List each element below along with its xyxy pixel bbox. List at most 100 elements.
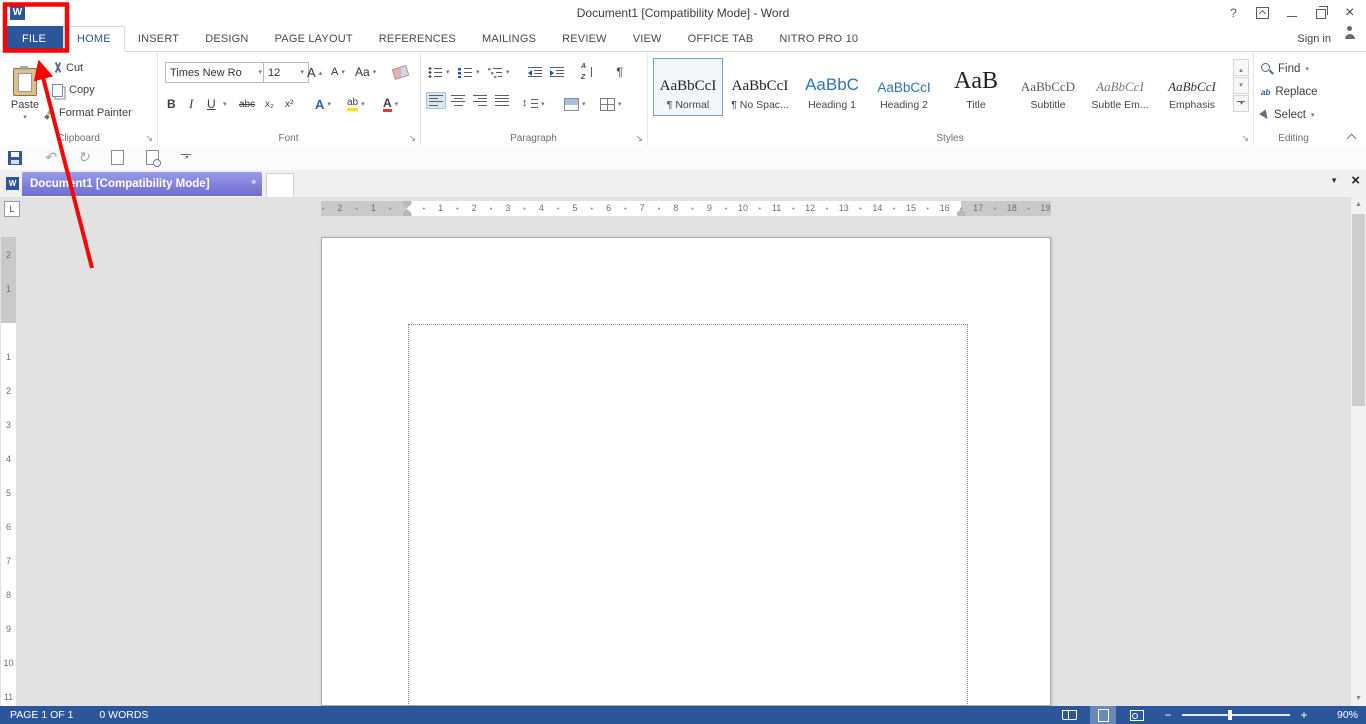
increase-indent-button[interactable] [550, 62, 564, 82]
shading-button[interactable] [564, 94, 586, 114]
sign-in-link[interactable]: Sign in [1287, 26, 1341, 51]
text-effects-button[interactable]: A [315, 94, 331, 114]
scroll-down-icon[interactable] [1351, 691, 1366, 706]
document-page[interactable] [321, 237, 1051, 706]
numbering-button[interactable] [458, 62, 480, 82]
format-painter-button[interactable]: Format Painter [44, 103, 132, 123]
zoom-level[interactable]: 90% [1320, 709, 1358, 721]
scrollbar-thumb[interactable] [1352, 214, 1365, 406]
minimize-icon[interactable] [1277, 0, 1306, 26]
decrease-indent-button[interactable] [528, 62, 542, 82]
collapse-ribbon-icon[interactable] [1347, 132, 1356, 141]
style-subtle-emphasis[interactable]: AaBbCcI Subtle Em... [1085, 58, 1155, 116]
font-color-button[interactable]: A [383, 94, 398, 114]
tab-file[interactable]: FILE [5, 26, 64, 51]
style-normal[interactable]: AaBbCcI ¶ Normal [653, 58, 723, 116]
superscript-button[interactable]: x² [285, 94, 293, 114]
redo-icon[interactable] [78, 149, 90, 167]
tab-home[interactable]: HOME [63, 26, 125, 52]
cut-button[interactable]: Cut [52, 58, 83, 78]
new-tab-button[interactable] [266, 173, 294, 197]
italic-button[interactable]: I [189, 94, 193, 114]
tab-view[interactable]: VIEW [620, 26, 675, 51]
new-document-icon[interactable] [111, 150, 125, 165]
hanging-indent-marker[interactable] [402, 209, 412, 216]
borders-button[interactable] [600, 94, 622, 114]
find-button[interactable]: Find [1261, 60, 1309, 78]
change-case-button[interactable]: Aa [355, 62, 376, 82]
replace-button[interactable]: Replace [1261, 83, 1317, 101]
undo-icon[interactable] [44, 149, 56, 167]
tab-insert[interactable]: INSERT [125, 26, 192, 51]
style-subtitle[interactable]: AaBbCcD Subtitle [1013, 58, 1083, 116]
zoom-slider[interactable] [1182, 710, 1290, 720]
print-preview-icon[interactable] [146, 150, 162, 167]
tab-nitro-pro[interactable]: NITRO PRO 10 [766, 26, 871, 51]
styles-dialog-launcher-icon[interactable] [1241, 134, 1249, 143]
restore-icon[interactable] [1306, 0, 1335, 26]
strikethrough-button[interactable]: abc [239, 94, 255, 114]
chevron-down-icon[interactable] [223, 101, 227, 108]
tab-star-icon[interactable] [251, 177, 256, 191]
show-hide-marks-button[interactable] [616, 62, 622, 82]
ribbon-display-options-icon[interactable] [1248, 0, 1277, 26]
clear-formatting-button[interactable] [391, 62, 410, 82]
web-layout-button[interactable] [1124, 706, 1150, 724]
sort-button[interactable] [580, 62, 595, 82]
gallery-more-icon[interactable] [1233, 95, 1249, 112]
tab-mailings[interactable]: MAILINGS [469, 26, 549, 51]
font-dialog-launcher-icon[interactable] [408, 134, 416, 143]
zoom-out-button[interactable]: − [1158, 708, 1178, 722]
vertical-scrollbar[interactable] [1350, 197, 1366, 706]
style-title[interactable]: AaB Title [941, 58, 1011, 116]
word-count[interactable]: 0 WORDS [99, 709, 148, 721]
grow-font-button[interactable]: A [307, 62, 322, 82]
line-spacing-button[interactable] [522, 94, 545, 114]
multilevel-list-button[interactable] [488, 62, 510, 82]
scroll-up-icon[interactable] [1351, 197, 1366, 212]
close-document-icon[interactable] [1351, 172, 1360, 189]
help-icon[interactable]: ? [1219, 0, 1248, 26]
style-emphasis[interactable]: AaBbCcI Emphasis [1157, 58, 1227, 116]
tab-office-tab[interactable]: OFFICE TAB [675, 26, 767, 51]
close-icon[interactable] [1335, 0, 1364, 26]
tab-stop-selector[interactable]: L [4, 201, 20, 217]
user-icon[interactable] [1343, 26, 1356, 39]
clipboard-dialog-launcher-icon[interactable] [145, 134, 153, 143]
tab-references[interactable]: REFERENCES [366, 26, 469, 51]
paste-button[interactable]: Paste [4, 57, 46, 131]
first-line-indent-marker[interactable] [402, 201, 412, 208]
font-size-select[interactable]: 12 [263, 62, 309, 83]
highlight-color-button[interactable]: ab [347, 94, 365, 114]
subscript-button[interactable]: x₂ [265, 94, 274, 114]
zoom-slider-thumb[interactable] [1228, 710, 1232, 720]
bullets-button[interactable] [428, 62, 450, 82]
font-name-select[interactable]: Times New Ro [165, 62, 267, 83]
bold-button[interactable]: B [167, 94, 176, 114]
customize-qat-icon[interactable] [181, 154, 192, 161]
align-right-button[interactable] [470, 92, 490, 109]
tab-page-layout[interactable]: PAGE LAYOUT [262, 26, 366, 51]
style-heading1[interactable]: AaBbC Heading 1 [797, 58, 867, 116]
style-no-spacing[interactable]: AaBbCcI ¶ No Spac... [725, 58, 795, 116]
select-button[interactable]: Select [1259, 106, 1314, 124]
page-count[interactable]: PAGE 1 OF 1 [10, 709, 73, 721]
gallery-scroll-up-icon[interactable] [1233, 59, 1249, 76]
right-indent-marker[interactable] [956, 209, 966, 216]
document-tab-active[interactable]: Document1 [Compatibility Mode] [22, 172, 262, 196]
align-center-button[interactable] [448, 92, 468, 109]
underline-button[interactable]: U [207, 94, 216, 114]
print-layout-button[interactable] [1090, 706, 1116, 724]
paragraph-dialog-launcher-icon[interactable] [635, 134, 643, 143]
style-heading2[interactable]: AaBbCcI Heading 2 [869, 58, 939, 116]
justify-button[interactable] [492, 92, 512, 109]
shrink-font-button[interactable]: A [331, 62, 345, 82]
tab-list-dropdown-icon[interactable] [1330, 176, 1338, 185]
vertical-ruler[interactable]: 2 1 1 2 3 4 5 6 7 8 9 10 11 [1, 237, 16, 706]
read-mode-button[interactable] [1056, 706, 1082, 724]
save-icon[interactable] [8, 150, 22, 165]
gallery-scroll-down-icon[interactable] [1233, 77, 1249, 94]
copy-button[interactable]: Copy [52, 80, 95, 100]
tab-review[interactable]: REVIEW [549, 26, 620, 51]
horizontal-ruler[interactable]: 2 1 1 2 3 4 5 6 7 8 9 10 11 12 13 14 15 16 17 18 19 [321, 201, 1051, 216]
